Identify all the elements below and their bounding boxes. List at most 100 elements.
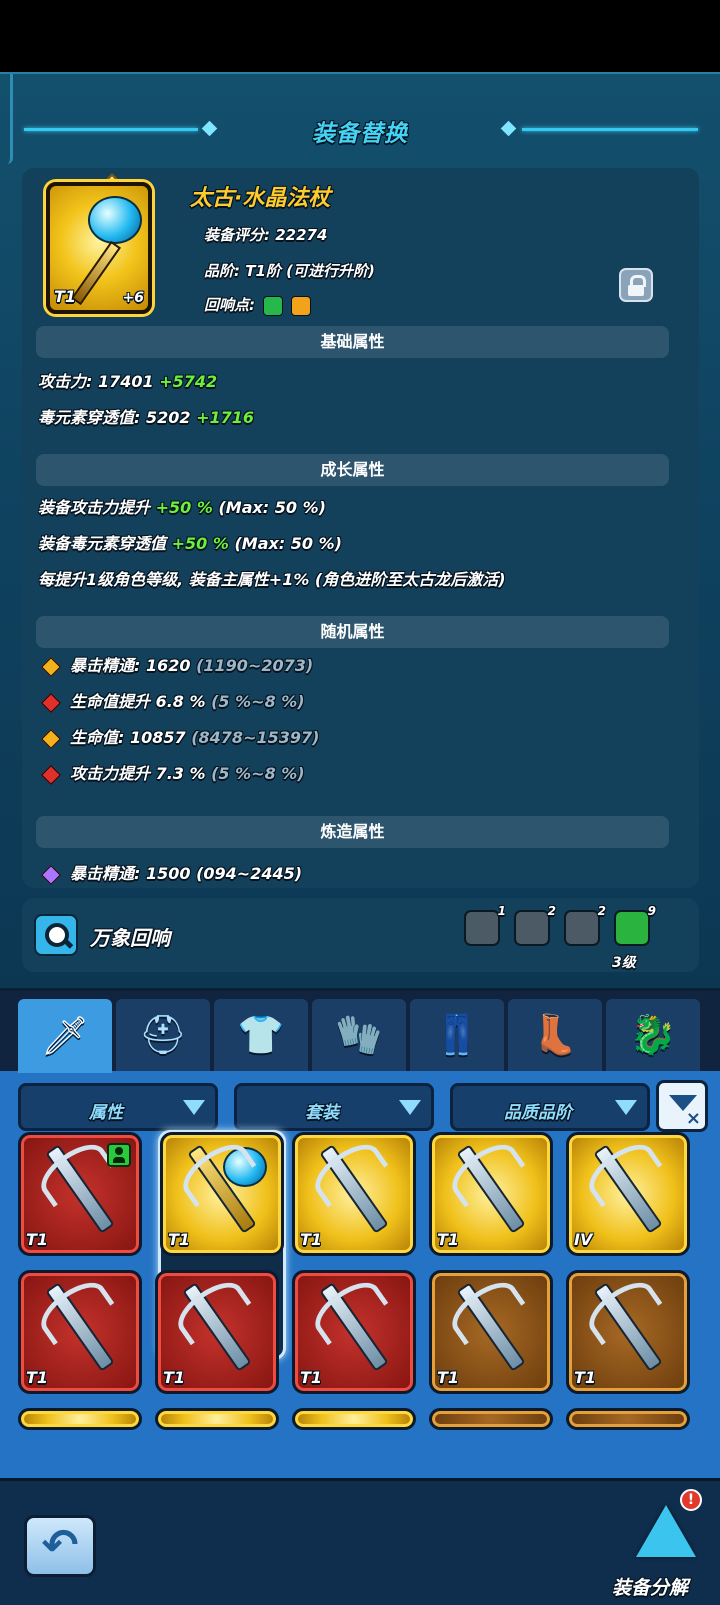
stat-range: (8478~15397) — [191, 728, 320, 747]
attribute-dropdown[interactable]: 属性 — [18, 1083, 218, 1131]
armor-icon: 👕 — [237, 1012, 285, 1057]
slot-tier: T1 — [26, 1230, 49, 1249]
accessory-icon: 🐉 — [629, 1012, 677, 1057]
weapon-icon: 🗡 — [40, 1013, 90, 1058]
staff-icon — [71, 240, 121, 306]
echo-label: 回响点: — [204, 296, 255, 314]
item-slot[interactable]: T1 — [429, 1132, 553, 1256]
tab-bracer[interactable]: 🧤 — [312, 999, 406, 1071]
growth-stat-row: 装备攻击力提升 +50 % (Max: 50 %) — [38, 494, 326, 518]
item-slot-partial — [155, 1408, 279, 1430]
tab-pants[interactable]: 👖 — [410, 999, 504, 1071]
weapon-icon — [319, 1282, 389, 1372]
item-slot[interactable]: T1 — [155, 1270, 279, 1394]
stat-label: 装备攻击力提升 — [38, 498, 151, 517]
resource-count: 9 — [647, 904, 656, 918]
tab-boots[interactable]: 👢 — [508, 999, 602, 1071]
slot-tier: T1 — [26, 1368, 49, 1387]
item-slot[interactable]: T1 — [292, 1132, 416, 1256]
stat-label: 每提升1级角色等级, 装备主属性+1% (角色进阶至太古龙后激活) — [38, 570, 506, 589]
diamond-icon — [41, 656, 61, 677]
recycle-icon — [636, 1505, 696, 1557]
echo-search-bar: 万象回响 1 2 2 9 3级 — [22, 898, 699, 972]
crystal-icon — [88, 196, 142, 244]
item-name: 太古·水晶法杖 — [190, 186, 331, 211]
bracer-icon: 🧤 — [335, 1012, 383, 1057]
stat-value: +50 % — [155, 498, 213, 517]
tab-armor[interactable]: 👕 — [214, 999, 308, 1071]
set-dropdown[interactable]: 套装 — [234, 1083, 434, 1131]
lock-icon[interactable] — [619, 268, 653, 302]
item-slot-partial — [18, 1408, 142, 1430]
staff-icon — [187, 1144, 257, 1234]
weapon-icon — [182, 1282, 252, 1372]
poison-icon[interactable]: 9 3级 — [612, 904, 656, 971]
slot-tier: T1 — [168, 1230, 191, 1249]
tab-weapon[interactable]: 🗡 — [18, 999, 112, 1073]
item-slot[interactable]: IV — [566, 1132, 690, 1256]
item-icon[interactable]: T1 +6 — [46, 182, 152, 314]
growth-stat-row: 装备毒元素穿透值 +50 % (Max: 50 %) — [38, 530, 342, 554]
weapon-icon — [45, 1282, 115, 1372]
random-stat-row: 生命值: 10857 (8478~15397) — [38, 724, 320, 749]
item-slot[interactable]: T1 — [18, 1132, 142, 1256]
item-slot[interactable]: T1 — [18, 1270, 142, 1394]
weapon-icon — [456, 1144, 526, 1234]
helmet-icon: ⛑ — [138, 1012, 188, 1057]
stat-label: 生命值提升 6.8 % — [70, 692, 206, 711]
basic-stat-row: 攻击力: 17401 +5742 — [38, 368, 217, 392]
diamond-icon — [41, 764, 61, 785]
chevron-down-icon — [399, 1100, 421, 1115]
stat-range: (5 %~8 %) — [211, 764, 305, 783]
growth-stat-row: 每提升1级角色等级, 装备主属性+1% (角色进阶至太古龙后激活) — [38, 566, 506, 590]
random-stat-row: 暴击精通: 1620 (1190~2073) — [38, 652, 313, 677]
tab-helmet[interactable]: ⛑ — [116, 999, 210, 1071]
resource-count: 2 — [547, 904, 556, 918]
stat-label: 攻击力提升 7.3 % — [70, 764, 206, 783]
slot-tier: T1 — [163, 1368, 186, 1387]
bottom-bar: ! 装备分解 — [0, 1478, 720, 1605]
item-slot[interactable]: T1 — [429, 1270, 553, 1394]
search-icon[interactable] — [34, 914, 78, 956]
stat-value: +50 % — [171, 534, 229, 553]
quality-dropdown-label: 品质品阶 — [504, 1103, 572, 1123]
stat-label: 生命值: 10857 — [70, 728, 186, 747]
echo-poison-icon — [263, 295, 284, 316]
quality-dropdown[interactable]: 品质品阶 — [450, 1083, 650, 1131]
filter-clear-icon[interactable] — [656, 1080, 708, 1132]
page-title: 装备替换 — [312, 121, 408, 147]
resource-count: 1 — [497, 904, 506, 918]
item-enhance: +6 — [122, 290, 144, 306]
skull-icon[interactable]: 1 — [464, 904, 506, 946]
equipment-tabs: 🗡 ⛑ 👕 🧤 👖 👢 🐉 — [0, 991, 720, 1073]
recycle-button[interactable]: ! — [630, 1489, 702, 1569]
snowflake-icon[interactable]: 2 — [564, 904, 606, 946]
lightning-icon[interactable]: 2 — [514, 904, 556, 946]
slot-tier: IV — [574, 1230, 593, 1249]
item-detail-card: T1 +6 太古·水晶法杖 装备评分: 22274 品阶: T1阶 (可进行升阶… — [22, 168, 699, 888]
stat-label: 装备毒元素穿透值 — [38, 534, 167, 553]
purple-diamond-icon — [41, 864, 61, 885]
recycle-label: 装备分解 — [612, 1577, 689, 1599]
tab-accessory[interactable]: 🐉 — [606, 999, 700, 1071]
item-tier: T1 — [54, 287, 77, 306]
item-slot[interactable]: T1 — [292, 1270, 416, 1394]
stat-label: 毒元素穿透值: 5202 — [38, 408, 191, 427]
section-growth-header: 成长属性 — [36, 454, 669, 486]
section-forge-header: 炼造属性 — [36, 816, 669, 848]
stat-label: 攻击力: 17401 — [38, 372, 154, 391]
slot-tier: T1 — [574, 1368, 597, 1387]
item-grade: 品阶: T1阶 (可进行升阶) — [204, 262, 375, 280]
item-slot[interactable]: T1 — [160, 1132, 284, 1256]
section-basic-header: 基础属性 — [36, 326, 669, 358]
section-random-header: 随机属性 — [36, 616, 669, 648]
item-slot-partial — [566, 1408, 690, 1430]
back-button[interactable] — [24, 1515, 96, 1577]
pants-icon: 👖 — [433, 1012, 481, 1057]
item-slot[interactable]: T1 — [566, 1270, 690, 1394]
resource-level: 3级 — [612, 955, 636, 971]
weapon-icon — [593, 1144, 663, 1234]
stat-bonus: +5742 — [159, 372, 218, 391]
chevron-down-icon — [183, 1100, 205, 1115]
attribute-dropdown-label: 属性 — [89, 1103, 123, 1123]
